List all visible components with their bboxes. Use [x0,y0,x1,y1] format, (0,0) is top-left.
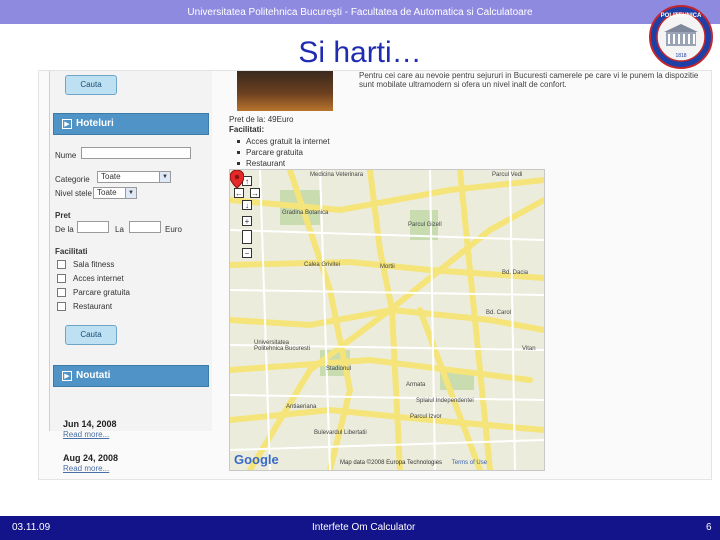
price-label: Pret de la: [229,115,266,124]
search-button[interactable]: Cauta [65,325,117,345]
collapse-icon[interactable]: ▶ [62,119,72,129]
map-copyright-text: Map data ©2008 Europa Technologies [340,460,443,466]
map-label: Gradina Botanica [282,210,329,216]
footer-page-number: 6 [706,522,712,533]
level-select[interactable]: Toate ▼ [93,187,137,199]
pan-left-icon[interactable]: ← [234,188,244,198]
news-panel-header[interactable]: ▶ Noutati [53,365,209,387]
level-label: Nivel stele [55,189,92,198]
hotel-description: Pentru cei care au nevoie pentru sejurur… [359,71,699,89]
read-more-link[interactable]: Read more... [63,464,109,473]
map-label: Bd. Carol [486,310,512,316]
hotel-price: Pret de la: 49Euro [229,115,294,124]
location-pin-icon[interactable] [230,170,244,188]
checkbox[interactable] [57,288,66,297]
price-from-input[interactable] [77,221,109,233]
hotels-panel-title: Hoteluri [76,118,114,129]
hotel-facility-item: Acces gratuit la internet [237,137,330,146]
slide-header-bar: Universitatea Politehnica Bucureşti - Fa… [0,0,720,24]
checkbox[interactable] [57,260,66,269]
hotel-content: Pentru cei care au nevoie pentru sejurur… [219,71,709,479]
sidebar: Cauta ▶ Hoteluri Nume Categorie Toate ▼ … [53,71,209,479]
category-select[interactable]: Toate ▼ [97,171,171,183]
slide-footer-bar: 03.11.09 Interfete Om Calculator 6 [0,516,720,540]
pan-right-icon[interactable]: → [250,188,260,198]
name-label: Nume [55,151,77,160]
google-map[interactable]: ↑ ← → ↓ + − Medicina Veterinara Parcul V… [229,169,545,471]
map-label: Stadionul [326,366,352,372]
map-copyright: Map data ©2008 Europa Technologies Terms… [340,460,487,466]
checkbox[interactable] [57,302,66,311]
category-label: Categorie [55,175,90,184]
price-currency: Euro [165,225,182,234]
category-select-value: Toate [101,172,121,181]
map-label: Parcul Vedi [492,172,523,178]
chevron-down-icon: ▼ [125,188,136,198]
terms-of-use-link[interactable]: Terms of Use [452,460,487,466]
pan-down-icon[interactable]: ↓ [242,200,252,210]
map-label: Bulevardul Libertatii [314,430,367,436]
price-to-input[interactable] [129,221,161,233]
hotel-facility-item: Restaurant [237,159,285,168]
chevron-down-icon: ▼ [159,172,170,182]
news-date: Aug 24, 2008 [63,453,119,463]
website-screenshot: Cauta ▶ Hoteluri Nume Categorie Toate ▼ … [38,70,712,480]
news-date: Jun 14, 2008 [63,419,117,429]
footer-date: 03.11.09 [12,522,51,533]
map-label: Bd. Dacia [502,270,529,276]
google-logo: Google [234,452,279,467]
hotels-panel-header[interactable]: ▶ Hoteluri [53,113,209,135]
map-label: Medicina Veterinara [310,172,364,178]
level-select-value: Toate [97,188,117,197]
facility-label: Sala fitness [73,260,115,269]
price-value: 49Euro [267,115,294,124]
price-from-label: De la [55,225,74,234]
map-label: Parcul Izvor [410,414,442,420]
zoom-in-button[interactable]: + [242,216,252,226]
hotel-facility-item: Parcare gratuita [237,148,303,157]
collapse-icon[interactable]: ▶ [62,371,72,381]
news-panel-title: Noutati [76,370,111,381]
map-roads [230,170,544,470]
hotel-photo [237,71,333,111]
map-label: Antiaeriana [286,404,317,410]
map-label: Parcul Gizell [408,222,442,228]
zoom-slider[interactable] [242,230,252,244]
price-heading: Pret [55,211,71,220]
read-more-link[interactable]: Read more... [63,430,109,439]
hotel-facility-text: Parcare gratuita [246,148,303,157]
price-to-label: La [115,225,124,234]
hotel-facility-text: Acces gratuit la internet [246,137,330,146]
map-label: Mortii [380,264,395,270]
name-input[interactable] [81,147,191,159]
facility-checkbox-row[interactable]: Acces internet [57,273,197,285]
logo-top-text: POLITEHNICA [661,13,702,19]
map-label: Vitan [522,346,536,352]
facility-label: Acces internet [73,274,124,283]
map-label: Universitatea Politehnica Bucuresti [254,340,311,352]
facility-label: Parcare gratuita [73,288,130,297]
facility-checkbox-row[interactable]: Parcare gratuita [57,287,197,299]
slide-title: Si harti… [298,36,422,69]
map-label: Armata [406,382,426,388]
hotel-facilities-title: Facilitati: [229,125,265,134]
search-button-top[interactable]: Cauta [65,75,117,95]
footer-course: Interfete Om Calculator [312,522,416,533]
hotel-facility-text: Restaurant [246,159,286,168]
facility-label: Restaurant [73,302,113,311]
zoom-out-button[interactable]: − [242,248,252,258]
facility-checkbox-row[interactable]: Restaurant [57,301,197,313]
map-label: Splaiul Independentei [416,398,474,404]
checkbox[interactable] [57,274,66,283]
slide-header-text: Universitatea Politehnica Bucureşti - Fa… [187,7,533,18]
facilities-heading: Facilitati [55,247,88,256]
facility-checkbox-row[interactable]: Sala fitness [57,259,197,271]
map-label: Calea Grivitei [304,262,341,268]
